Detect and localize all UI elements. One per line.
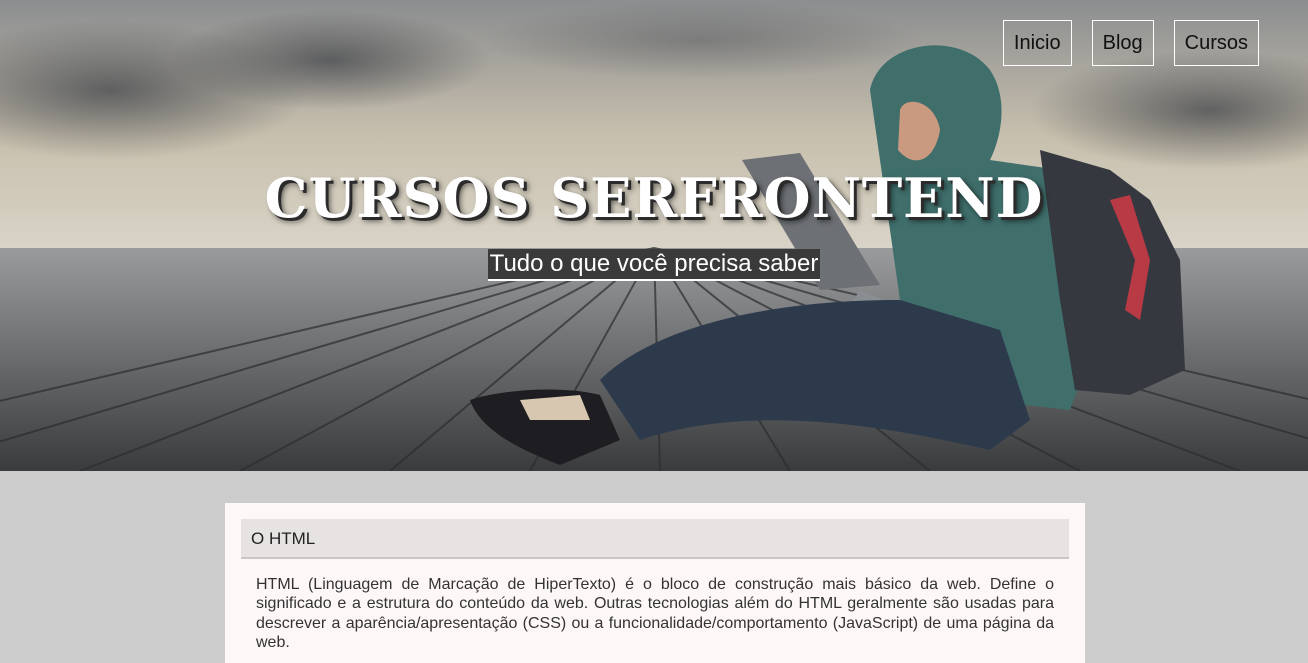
nav-link-blog[interactable]: Blog — [1091, 20, 1154, 66]
hero-background-image — [0, 0, 1308, 471]
nav-link-inicio[interactable]: Inicio — [1002, 20, 1072, 66]
hero-banner: Inicio Blog Cursos CURSOS SERFRONTEND Tu… — [0, 0, 1308, 471]
hero-subtitle: Tudo o que você precisa saber — [487, 249, 821, 281]
content-card: O HTML HTML (Linguagem de Marcação de Hi… — [225, 503, 1085, 663]
nav-link-cursos[interactable]: Cursos — [1173, 20, 1259, 66]
hero-subtitle-container: Tudo o que você precisa saber — [0, 249, 1308, 281]
section-heading: O HTML — [251, 529, 316, 548]
section-body-text: HTML (Linguagem de Marcação de HiperText… — [256, 576, 1054, 651]
section-header: O HTML — [241, 519, 1069, 559]
main-nav: Inicio Blog Cursos — [1002, 20, 1259, 66]
hero-title: CURSOS SERFRONTEND — [264, 166, 1044, 230]
